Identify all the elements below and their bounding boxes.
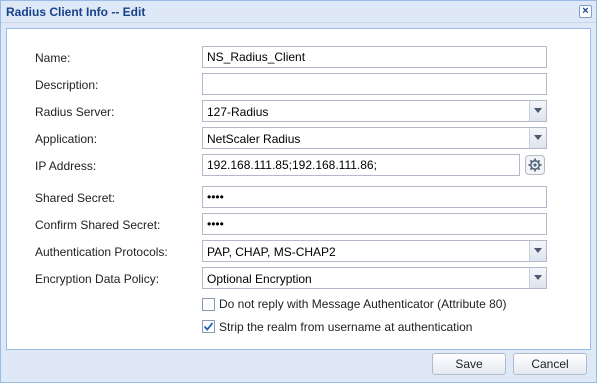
confirm-shared-secret-label: Confirm Shared Secret: xyxy=(35,218,161,232)
encryption-policy-select[interactable]: Optional Encryption xyxy=(202,267,547,289)
no-reply-msg-auth-label: Do not reply with Message Authenticator … xyxy=(219,297,507,311)
auth-protocols-select[interactable]: PAP, CHAP, MS-CHAP2 xyxy=(202,240,547,262)
shared-secret-input[interactable]: •••• xyxy=(202,186,547,208)
application-label: Application: xyxy=(35,132,98,146)
cancel-button[interactable]: Cancel xyxy=(513,353,587,375)
application-select[interactable]: NetScaler Radius xyxy=(202,127,547,149)
application-value: NetScaler Radius xyxy=(207,132,301,146)
close-icon[interactable]: × xyxy=(579,5,592,18)
chevron-down-icon[interactable] xyxy=(529,241,546,261)
chevron-down-icon[interactable] xyxy=(529,101,546,121)
checkmark-icon xyxy=(203,322,214,331)
auth-protocols-value: PAP, CHAP, MS-CHAP2 xyxy=(207,245,336,259)
radius-server-label: Radius Server: xyxy=(35,105,115,119)
chevron-down-icon[interactable] xyxy=(529,128,546,148)
ip-address-label: IP Address: xyxy=(35,159,97,173)
gear-icon[interactable] xyxy=(525,155,545,175)
ip-address-input[interactable]: 192.168.111.85;192.168.111.86; xyxy=(202,154,520,176)
title-bar[interactable]: Radius Client Info -- Edit × xyxy=(1,1,596,23)
confirm-shared-secret-input[interactable]: •••• xyxy=(202,213,547,235)
radius-server-select[interactable]: 127-Radius xyxy=(202,100,547,122)
name-label: Name: xyxy=(35,51,71,65)
no-reply-msg-auth-checkbox[interactable] xyxy=(202,298,215,311)
radius-server-value: 127-Radius xyxy=(207,105,269,119)
description-label: Description: xyxy=(35,78,99,92)
description-input[interactable] xyxy=(202,73,547,95)
shared-secret-label: Shared Secret: xyxy=(35,191,116,205)
strip-realm-label: Strip the realm from username at authent… xyxy=(219,320,473,334)
save-button[interactable]: Save xyxy=(432,353,506,375)
strip-realm-checkbox[interactable] xyxy=(202,320,215,333)
auth-protocols-label: Authentication Protocols: xyxy=(35,245,168,259)
name-input[interactable]: NS_Radius_Client xyxy=(202,46,547,68)
radius-client-dialog: Radius Client Info -- Edit × Name: NS_Ra… xyxy=(0,0,597,383)
form-panel: Name: NS_Radius_Client Description: Radi… xyxy=(6,28,591,350)
encryption-policy-label: Encryption Data Policy: xyxy=(35,272,160,286)
encryption-policy-value: Optional Encryption xyxy=(207,272,312,286)
window-title: Radius Client Info -- Edit xyxy=(6,5,146,19)
chevron-down-icon[interactable] xyxy=(529,268,546,288)
